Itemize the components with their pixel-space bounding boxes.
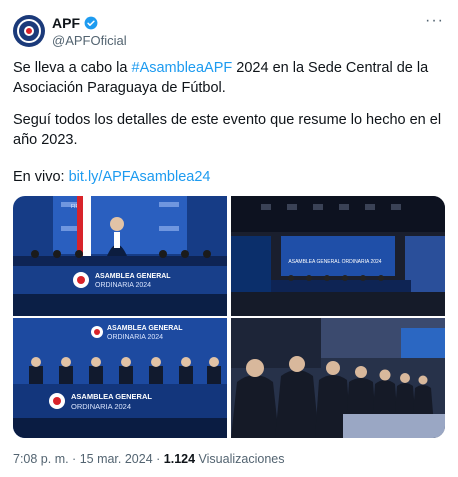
banner-text: ASAMBLEA GENERAL: [95, 273, 171, 280]
tweet-card: APF @APFOficial ··· Se lleva a cabo la #…: [0, 0, 458, 477]
banner-text: ORDINARIA 2024: [107, 334, 163, 341]
banner-text: ASAMBLEA GENERAL: [71, 392, 152, 401]
banner-text: ORDINARIA 2024: [71, 402, 131, 411]
photo-panel[interactable]: ASAMBLEA GENERAL ORDINARIA 2024 ASAMBLEA…: [13, 318, 227, 438]
avatar[interactable]: [13, 15, 45, 47]
timestamp[interactable]: 7:08 p. m. · 15 mar. 2024 ·: [13, 452, 164, 466]
photo-hall-image: ASAMBLEA GENERAL ORDINARIA 2024: [231, 196, 445, 316]
live-link[interactable]: bit.ly/APFAsamblea24: [69, 169, 211, 185]
photo-hall[interactable]: ASAMBLEA GENERAL ORDINARIA 2024: [231, 196, 445, 316]
text-span: En vivo:: [13, 169, 69, 185]
banner-text: ORDINARIA 2024: [95, 282, 151, 289]
photo-standing[interactable]: [231, 318, 445, 438]
hashtag-link[interactable]: #AsambleaAPF: [132, 60, 233, 76]
tweet-paragraph-1: Se lleva a cabo la #AsambleaAPF 2024 en …: [13, 58, 445, 98]
views-label: Visualizaciones: [195, 452, 285, 466]
banner-text: ASAMBLEA GENERAL: [107, 325, 183, 332]
apf-logo-icon: [17, 19, 41, 43]
photo-speaker[interactable]: FIFA ASAMBLEA GENERAL ORDINARIA 2024: [13, 196, 227, 316]
media-grid: FIFA ASAMBLEA GENERAL ORDINARIA 2024 ASA…: [13, 196, 445, 438]
photo-standing-image: [231, 318, 445, 438]
tweet-metadata: 7:08 p. m. · 15 mar. 2024 · 1.124 Visual…: [13, 452, 284, 466]
views-count: 1.124: [163, 452, 196, 466]
author-handle[interactable]: @APFOficial: [52, 33, 127, 48]
author-name-row: APF: [52, 15, 98, 31]
more-options-icon[interactable]: ···: [425, 12, 444, 30]
tweet-paragraph-2: Seguí todos los detalles de este evento …: [13, 112, 442, 148]
tweet-paragraph-3: En vivo: bit.ly/APFAsamblea24: [13, 167, 445, 187]
photo-speaker-image: FIFA ASAMBLEA GENERAL ORDINARIA 2024: [13, 196, 227, 316]
text-span: Se lleva a cabo la: [13, 60, 132, 76]
display-name[interactable]: APF: [52, 15, 80, 31]
photo-panel-image: ASAMBLEA GENERAL ORDINARIA 2024 ASAMBLEA…: [13, 318, 227, 438]
verified-badge-icon: [84, 16, 98, 30]
wall-text: ASAMBLEA GENERAL ORDINARIA 2024: [288, 259, 381, 265]
